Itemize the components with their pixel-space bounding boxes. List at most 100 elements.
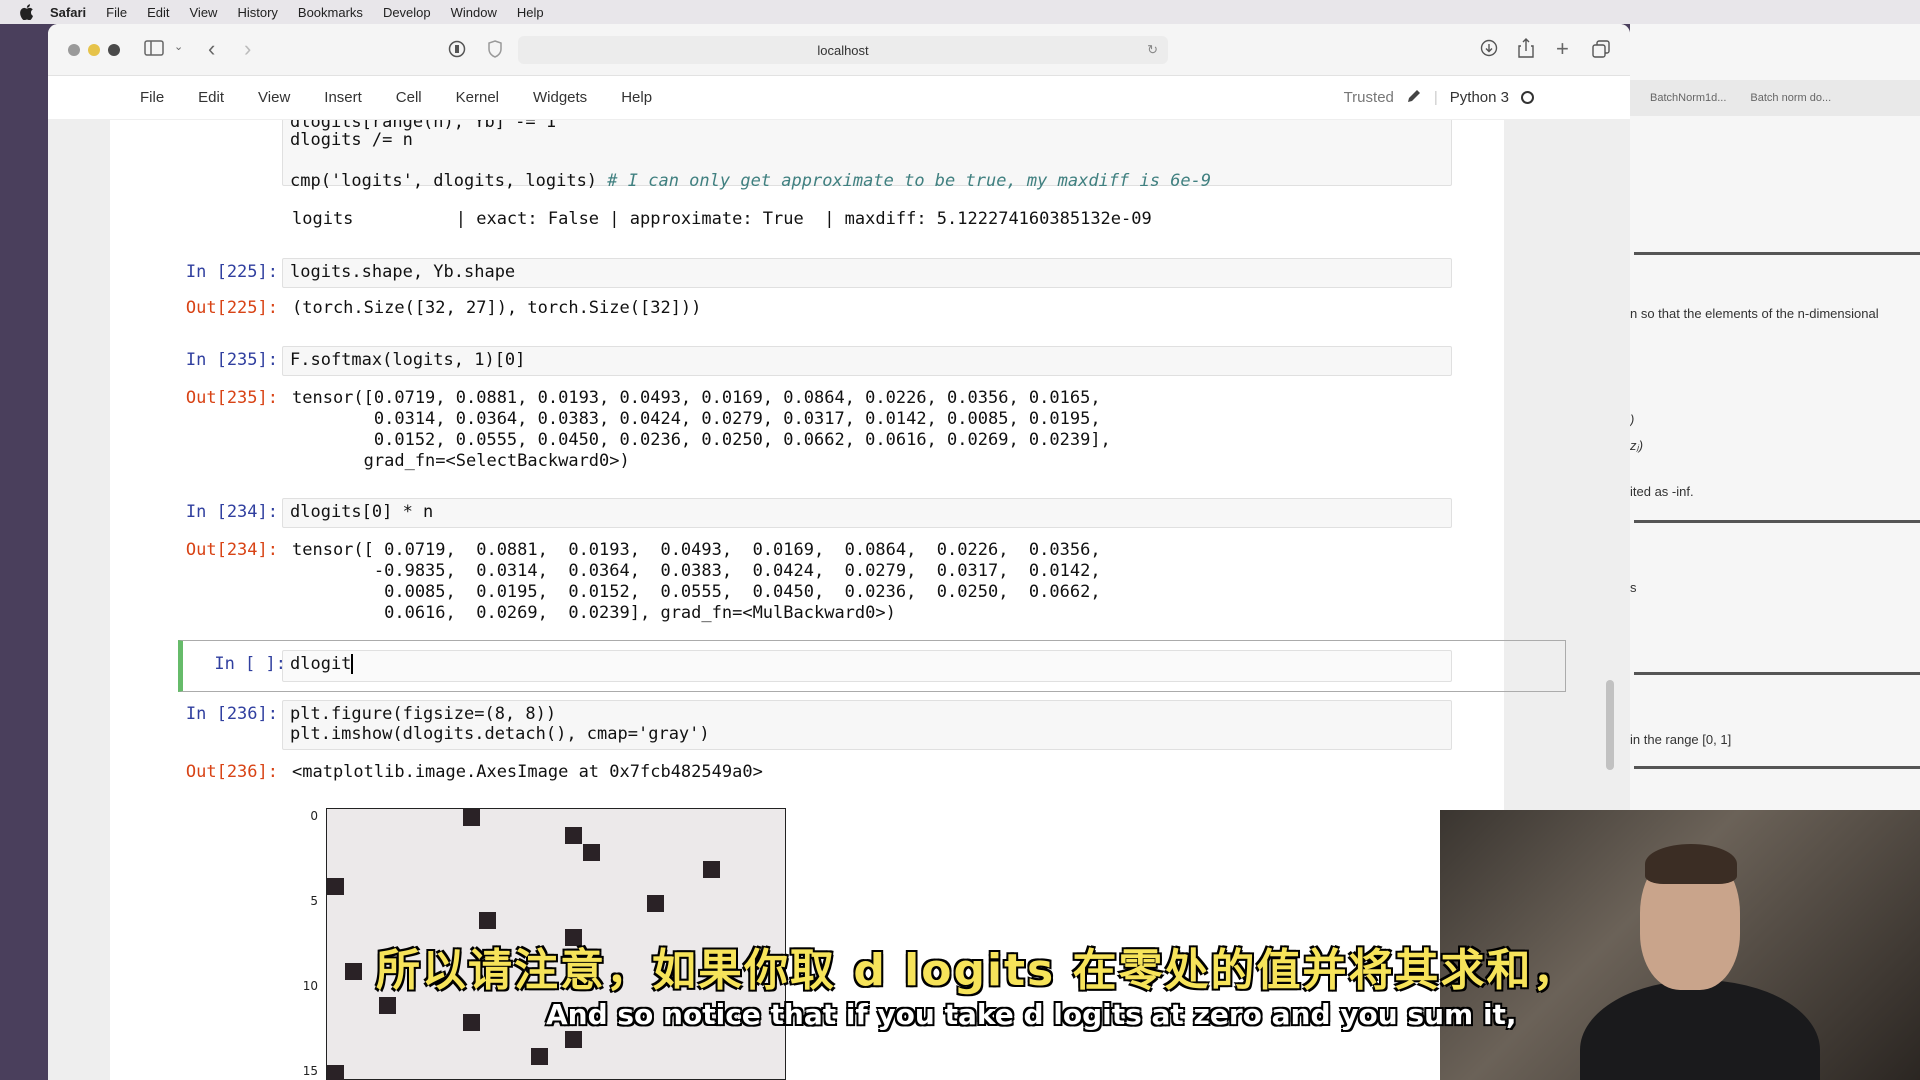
presenter-body [1580,980,1820,1080]
jupyter-menu-view[interactable]: View [258,89,290,106]
share-icon[interactable] [1518,38,1534,58]
output-prompt: Out[234]: [185,540,278,560]
input-prompt: In [234]: [185,502,278,522]
output-prompt: Out[236]: [185,762,278,782]
code-line-editing[interactable]: dlogit [290,654,353,674]
output-prompt: Out[225]: [185,298,278,318]
code-line: plt.figure(figsize=(8, 8)) [290,704,557,724]
doc-text: in the range [0, 1] [1630,732,1732,747]
privacy-report-icon[interactable] [448,40,466,58]
cell-output: grad_fn=<SelectBackward0>) [292,451,630,471]
cell-output: <matplotlib.image.AxesImage at 0x7fcb482… [292,762,763,782]
kernel-status-area: Trusted | Python 3 [1344,88,1534,108]
address-bar[interactable]: localhost ↻ [518,36,1168,64]
cell-output: 0.0314, 0.0364, 0.0383, 0.0424, 0.0279, … [292,409,1101,429]
input-prompt: In [ ]: [214,654,286,674]
menubar-item-help[interactable]: Help [517,5,544,20]
background-tab-batchnorm[interactable]: BatchNorm1d... [1650,92,1726,104]
doc-formula: zⱼ) [1630,438,1644,453]
y-tick-label: 5 [310,894,318,908]
safari-window: ⌄ ‹ › localhost ↻ + File Edit View Inser… [48,24,1630,1080]
heatmap-dark-cell [703,861,720,878]
cell-output: 0.0152, 0.0555, 0.0450, 0.0236, 0.0250, … [292,430,1111,450]
code-line: plt.imshow(dlogits.detach(), cmap='gray'… [290,724,710,744]
menubar-item-develop[interactable]: Develop [383,5,431,20]
heatmap-dark-cell [583,844,600,861]
subtitle-english: And so notice that if you take d logits … [546,998,1517,1031]
cell-output: 0.0616, 0.0269, 0.0239], grad_fn=<MulBac… [292,603,896,623]
forward-arrow-icon[interactable]: › [244,36,251,62]
presenter-hair [1645,844,1737,884]
menubar-item-window[interactable]: Window [451,5,497,20]
doc-formula: ) [1630,412,1635,427]
tab-overview-icon[interactable] [1592,40,1610,58]
code-line: dlogits[0] * n [290,502,434,522]
code-cell-input[interactable] [282,650,1452,682]
jupyter-menu-help[interactable]: Help [621,89,652,106]
macos-menubar: Safari File Edit View History Bookmarks … [0,0,1920,24]
input-prompt: In [236]: [185,704,278,724]
new-tab-icon[interactable]: + [1556,36,1569,62]
safari-toolbar: ⌄ ‹ › localhost ↻ + [48,24,1630,76]
pencil-icon[interactable] [1406,88,1422,108]
jupyter-menu-widgets[interactable]: Widgets [533,89,587,106]
jupyter-menu-kernel[interactable]: Kernel [456,89,499,106]
divider [1634,766,1920,769]
download-icon[interactable] [1480,39,1498,57]
divider [1634,672,1920,675]
window-controls [68,43,120,56]
background-tab-batchnorm-docs[interactable]: Batch norm do... [1750,92,1831,104]
menubar-item-history[interactable]: History [237,5,277,20]
divider [1634,252,1920,255]
y-tick-label: 10 [302,979,318,993]
output-prompt: Out[235]: [185,388,278,408]
trusted-indicator[interactable]: Trusted [1344,89,1394,106]
reload-icon[interactable]: ↻ [1147,42,1158,58]
doc-text: ited as -inf. [1630,484,1694,499]
jupyter-menu-edit[interactable]: Edit [198,89,224,106]
heatmap-dark-cell [379,997,396,1014]
jupyter-menu-file[interactable]: File [140,89,164,106]
cell-output: 0.0085, 0.0195, 0.0152, 0.0555, 0.0450, … [292,582,1101,602]
jupyter-menu-insert[interactable]: Insert [324,89,362,106]
heatmap-dark-cell [647,895,664,912]
subtitle-chinese: 所以请注意，如果你取 d logits 在零处的值并将其求和， [376,945,1579,996]
cell-output: tensor([ 0.0719, 0.0881, 0.0193, 0.0493,… [292,540,1101,560]
chevron-down-icon[interactable]: ⌄ [174,40,183,53]
menubar-item-edit[interactable]: Edit [147,5,169,20]
heatmap-dark-cell [565,1031,582,1048]
code-comment: # I can only get approximate to be true,… [607,171,1212,191]
shield-icon[interactable] [488,40,502,58]
divider [1634,520,1920,523]
menubar-item-bookmarks[interactable]: Bookmarks [298,5,363,20]
minimize-window-button[interactable] [88,43,100,56]
menubar-item-view[interactable]: View [190,5,218,20]
notebook-scrollbar[interactable] [1606,680,1614,770]
back-arrow-icon[interactable]: ‹ [208,36,215,62]
text-caret [351,654,353,674]
code-cell-input[interactable] [282,498,1452,528]
doc-text: s [1630,580,1637,595]
sidebar-toggle-icon[interactable] [144,40,164,56]
cell-output: (torch.Size([32, 27]), torch.Size([32])) [292,298,702,318]
heatmap-dark-cell [345,963,362,980]
menubar-app-name[interactable]: Safari [50,5,86,20]
heatmap-dark-cell [463,809,480,826]
zoom-window-button[interactable] [108,43,120,56]
heatmap-dark-cell [531,1048,548,1065]
close-window-button[interactable] [68,43,80,56]
y-tick-label: 0 [310,809,318,823]
cell-output: tensor([0.0719, 0.0881, 0.0193, 0.0493, … [292,388,1101,408]
input-prompt: In [225]: [185,262,278,282]
apple-icon[interactable] [18,3,36,21]
code-text: cmp('logits', dlogits, logits) [290,171,608,191]
jupyter-menu-cell[interactable]: Cell [396,89,422,106]
menubar-item-file[interactable]: File [106,5,127,20]
kernel-idle-icon [1521,91,1534,104]
code-text: dlogit [290,654,352,674]
kernel-name[interactable]: Python 3 [1450,89,1509,106]
jupyter-menubar: File Edit View Insert Cell Kernel Widget… [48,76,1630,120]
heatmap-dark-cell [565,827,582,844]
cell-output: logits | exact: False | approximate: Tru… [292,209,1152,229]
heatmap-dark-cell [463,1014,480,1031]
